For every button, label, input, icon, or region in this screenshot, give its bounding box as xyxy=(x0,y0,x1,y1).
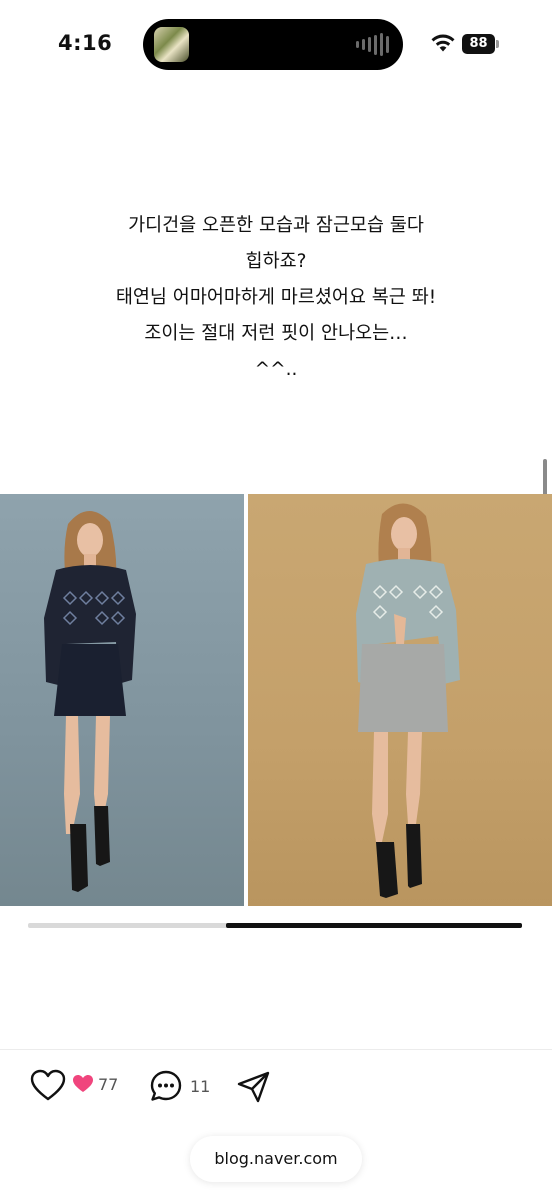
caption-line: 조이는 절대 저런 핏이 안나오는… xyxy=(144,323,408,344)
caption-line: 가디건을 오픈한 모습과 잠근모습 둘다 xyxy=(128,215,424,236)
post-caption: 가디건을 오픈한 모습과 잠근모습 둘다 힙하죠? 태연님 어마어마하게 마르셨… xyxy=(0,208,552,388)
like-count-group[interactable]: 77 xyxy=(72,1074,118,1094)
carousel-scroll-indicator[interactable] xyxy=(28,923,522,928)
caption-line: 태연님 어마어마하게 마르셨어요 복근 똬! xyxy=(115,287,437,308)
post-photo-navy-outfit[interactable] xyxy=(0,494,244,906)
like-count: 77 xyxy=(98,1074,119,1094)
comment-count: 11 xyxy=(190,1077,211,1096)
image-carousel[interactable] xyxy=(0,494,552,906)
share-icon[interactable] xyxy=(236,1070,272,1104)
carousel-scroll-thumb[interactable] xyxy=(226,923,522,928)
comment-icon[interactable] xyxy=(148,1068,184,1104)
battery-level: 88 xyxy=(462,34,495,54)
url-bar[interactable]: blog.naver.com xyxy=(190,1136,362,1182)
wifi-icon xyxy=(431,34,455,52)
caption-line: 힙하죠? xyxy=(245,251,307,272)
caption-line: ^^.. xyxy=(254,359,298,380)
now-playing-artwork xyxy=(154,27,189,62)
heart-outline-icon[interactable] xyxy=(29,1068,67,1104)
divider xyxy=(0,1049,552,1050)
heart-filled-icon xyxy=(73,1075,93,1092)
status-bar: 4:16 88 xyxy=(0,0,552,90)
battery-icon: 88 xyxy=(462,34,500,54)
audio-waveform-icon xyxy=(356,33,389,56)
status-time: 4:16 xyxy=(58,31,113,55)
post-photo-grey-outfit[interactable] xyxy=(248,494,552,906)
post-action-bar: 77 11 xyxy=(0,1062,552,1112)
dynamic-island[interactable] xyxy=(143,19,403,70)
